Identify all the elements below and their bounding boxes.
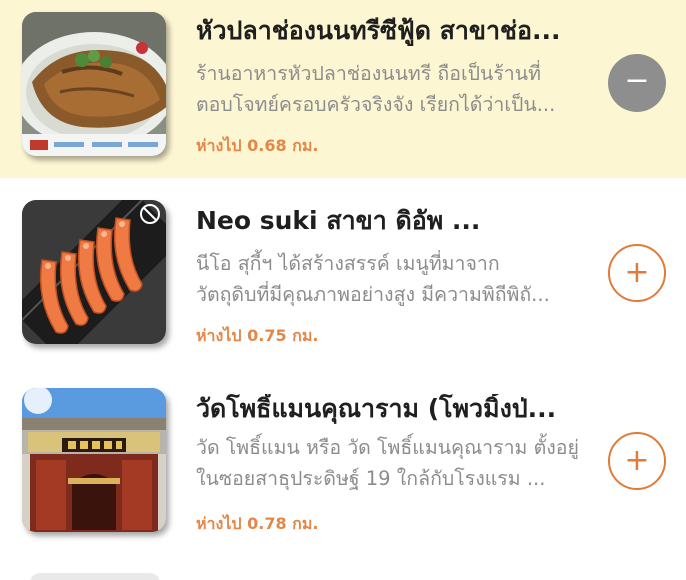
description-line: นีโอ สุกี้ฯ ได้สร้างสรรค์ เมนูที่มาจาก bbox=[196, 252, 500, 275]
distance-label: ห่างไป 0.75 กม. bbox=[196, 326, 319, 345]
distance-label: ห่างไป 0.68 กม. bbox=[196, 136, 319, 155]
description-line: วัตถุดิบที่มีคุณภาพอย่างสูง มีความพิถีพิ… bbox=[196, 283, 550, 306]
place-description: วัด โพธิ์แมน หรือ วัด โพธิ์แมนคุณาราม ตั… bbox=[196, 432, 588, 494]
description-line: ร้านอาหารหัวปลาช่องนนทรี ถือเป็นร้านที่ bbox=[196, 62, 541, 85]
place-thumbnail bbox=[22, 200, 166, 344]
description-line: ในซอยสาธุประดิษฐ์ 19 ใกล้กับโรงแรม ... bbox=[196, 467, 546, 490]
distance-label: ห่างไป 0.78 กม. bbox=[196, 514, 319, 533]
place-thumbnail bbox=[22, 12, 166, 156]
grilled-shrimp-image bbox=[22, 200, 166, 344]
description-line: ตอบโจทย์ครอบครัวจริงจัง เรียกได้ว่าเป็น.… bbox=[196, 93, 556, 116]
place-title[interactable]: หัวปลาช่องนนทรีซีฟู้ด สาขาช่อ... bbox=[196, 16, 596, 46]
place-description: นีโอ สุกี้ฯ ได้สร้างสรรค์ เมนูที่มาจาก ว… bbox=[196, 248, 588, 310]
list-item[interactable]: วัดโพธิ์แมนคุณาราม (โพวมิ้งป่... วัด โพธ… bbox=[0, 366, 686, 562]
list-item[interactable]: Neo suki สาขา ดิอัพ ... นีโอ สุกี้ฯ ได้ส… bbox=[0, 178, 686, 366]
place-description: ร้านอาหารหัวปลาช่องนนทรี ถือเป็นร้านที่ … bbox=[196, 58, 588, 120]
add-button[interactable]: + bbox=[608, 432, 666, 490]
place-title[interactable]: Neo suki สาขา ดิอัพ ... bbox=[196, 206, 596, 236]
list-item[interactable]: หัวปลาช่องนนทรีซีฟู้ด สาขาช่อ... ร้านอาห… bbox=[0, 0, 686, 178]
temple-image bbox=[22, 388, 166, 532]
plus-icon: + bbox=[624, 443, 650, 478]
fried-fish-image bbox=[22, 12, 166, 156]
plus-icon: + bbox=[624, 255, 650, 290]
description-line: วัด โพธิ์แมน หรือ วัด โพธิ์แมนคุณาราม ตั… bbox=[196, 436, 579, 459]
next-item-thumbnail-peek bbox=[30, 573, 160, 580]
place-list: หัวปลาช่องนนทรีซีฟู้ด สาขาช่อ... ร้านอาห… bbox=[0, 0, 686, 580]
minus-icon: − bbox=[624, 63, 650, 98]
remove-button[interactable]: − bbox=[608, 54, 666, 112]
place-title[interactable]: วัดโพธิ์แมนคุณาราม (โพวมิ้งป่... bbox=[196, 394, 596, 424]
place-thumbnail bbox=[22, 388, 166, 532]
add-button[interactable]: + bbox=[608, 244, 666, 302]
